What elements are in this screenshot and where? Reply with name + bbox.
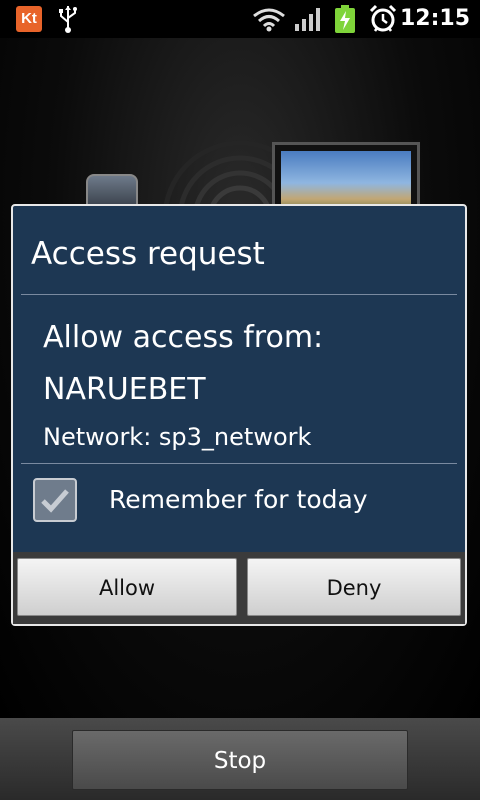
allow-button[interactable]: Allow (17, 558, 237, 616)
dialog-button-bar: Allow Deny (13, 552, 465, 624)
dialog-title: Access request (31, 236, 265, 272)
title-divider (21, 294, 457, 295)
access-request-dialog: Access request Allow access from: NARUEB… (11, 204, 467, 626)
alarm-icon (369, 4, 397, 32)
deny-button[interactable]: Deny (247, 558, 461, 616)
checkmark-icon (41, 489, 69, 513)
stop-button[interactable]: Stop (72, 730, 408, 790)
allow-access-label: Allow access from: (43, 320, 324, 355)
bottom-bar: Stop (0, 718, 480, 800)
device-name: NARUEBET (43, 372, 206, 407)
content-divider (21, 463, 457, 464)
remember-checkbox[interactable] (33, 478, 77, 522)
signal-icon (295, 8, 320, 31)
clock-time: 12:15 (399, 6, 470, 31)
network-text: Network: sp3_network (43, 423, 312, 451)
kt-notification-icon: Kt (16, 6, 42, 32)
wifi-icon (253, 8, 285, 32)
status-bar: Kt 12:15 (0, 0, 480, 38)
remember-label[interactable]: Remember for today (109, 482, 368, 518)
battery-charging-icon (335, 5, 355, 33)
usb-icon (59, 6, 77, 33)
